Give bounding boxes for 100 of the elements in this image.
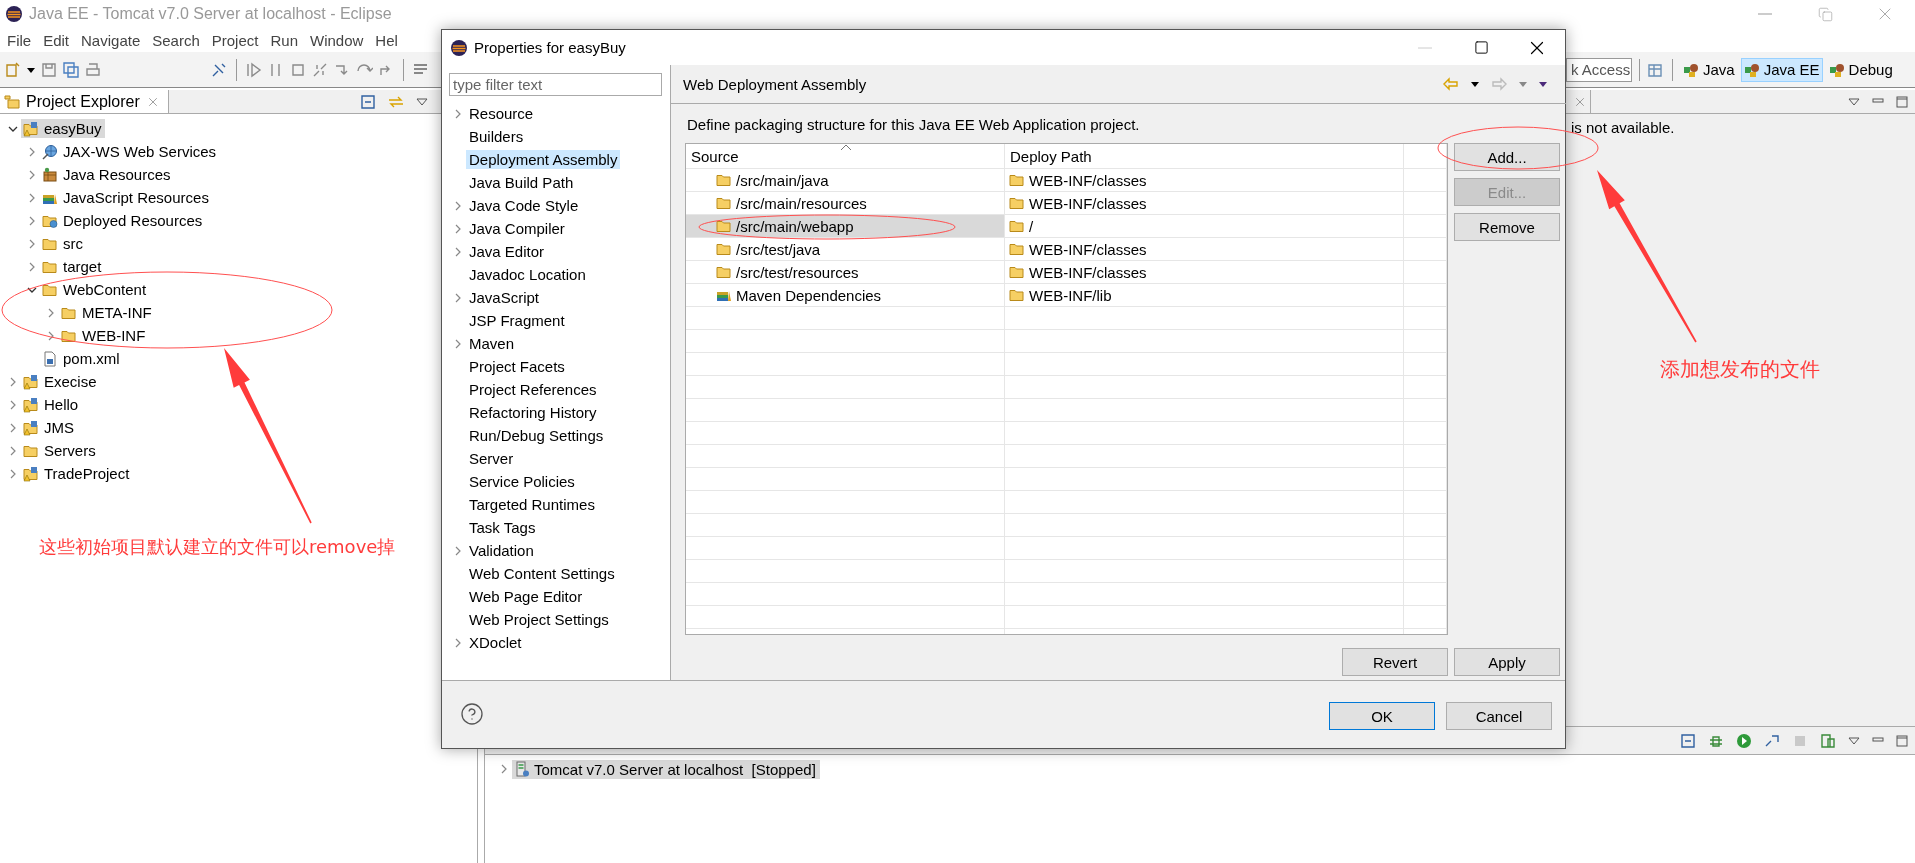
window-title: Java EE - Tomcat v7.0 Server at localhost - Eclipse bbox=[29, 5, 392, 23]
page-title: Web Deployment Assembly bbox=[683, 75, 867, 93]
folder-icon bbox=[716, 195, 732, 211]
action-button[interactable]: Remove bbox=[1454, 213, 1560, 241]
tree-item[interactable]: JMS bbox=[21, 418, 77, 437]
nav-item[interactable]: JSP Fragment bbox=[466, 311, 568, 330]
menu-item[interactable]: Edit bbox=[37, 31, 76, 49]
menu-item[interactable]: Navigate bbox=[75, 31, 147, 49]
column-header[interactable]: Source bbox=[686, 144, 1005, 168]
save-all-icon[interactable] bbox=[62, 60, 80, 79]
menu-item[interactable]: Project bbox=[205, 31, 265, 49]
chevron-icon[interactable] bbox=[7, 124, 18, 133]
sort-icon bbox=[840, 144, 852, 151]
nav-item[interactable]: Java Build Path bbox=[466, 173, 577, 192]
action-button[interactable]: Add... bbox=[1454, 143, 1560, 171]
nav-item[interactable]: Maven bbox=[466, 334, 518, 353]
project-icon bbox=[23, 396, 39, 413]
collapse-all-icon[interactable] bbox=[1679, 731, 1697, 750]
app-logo-icon bbox=[5, 5, 23, 23]
nav-item[interactable]: Web Project Settings bbox=[466, 610, 612, 629]
tree-item[interactable]: pom.xml bbox=[40, 349, 123, 368]
nav-item[interactable]: Builders bbox=[466, 127, 527, 146]
perspective-icon bbox=[1743, 61, 1760, 78]
nav-item[interactable]: Service Policies bbox=[466, 472, 578, 491]
nav-item[interactable]: Java Code Style bbox=[466, 196, 582, 215]
annotation-text: 添加想发布的文件 bbox=[1660, 356, 1820, 383]
perspective-button[interactable]: Debug bbox=[1825, 57, 1896, 82]
nav-item[interactable]: XDoclet bbox=[466, 633, 525, 652]
nav-item[interactable]: Run/Debug Settings bbox=[466, 426, 607, 445]
table-cell: WEB-INF/lib bbox=[1005, 284, 1404, 306]
file-icon bbox=[42, 350, 58, 367]
nav-item[interactable]: Refactoring History bbox=[466, 403, 600, 422]
tree-item[interactable]: Hello bbox=[21, 395, 82, 414]
perspective-button[interactable]: Java EE bbox=[1740, 57, 1823, 82]
tree-item[interactable]: src bbox=[40, 234, 86, 253]
maximize-icon[interactable] bbox=[1895, 94, 1909, 109]
view-tab[interactable]: Project Explorer bbox=[0, 90, 169, 113]
nav-item[interactable]: Web Page Editor bbox=[466, 587, 586, 606]
nav-item[interactable]: Javadoc Location bbox=[466, 265, 589, 284]
app-logo-icon bbox=[450, 38, 468, 57]
tree-item[interactable]: TradeProject bbox=[21, 464, 133, 483]
table-cell: WEB-INF/classes bbox=[1005, 169, 1404, 191]
tree-item[interactable]: META-INF bbox=[59, 303, 155, 322]
nav-item[interactable]: Project Facets bbox=[466, 357, 568, 376]
server-item[interactable]: Tomcat v7.0 Server at localhost [Stopped] bbox=[512, 759, 820, 779]
maximize-icon[interactable] bbox=[1895, 733, 1909, 748]
nav-item[interactable]: Targeted Runtimes bbox=[466, 495, 598, 514]
tree-item[interactable]: Deployed Resources bbox=[40, 211, 206, 230]
nav-item[interactable]: Resource bbox=[466, 104, 537, 123]
nav-item[interactable]: Deployment Assembly bbox=[466, 150, 621, 169]
quick-access-field[interactable]: k Access bbox=[1566, 57, 1632, 82]
help-icon[interactable] bbox=[460, 702, 484, 726]
table-cell: WEB-INF/classes bbox=[1005, 238, 1404, 260]
table-cell[interactable]: /src/main/webapp bbox=[686, 215, 1005, 237]
menu-item[interactable]: Search bbox=[146, 31, 206, 49]
collapse-all-icon[interactable] bbox=[359, 92, 377, 111]
tree-item[interactable]: Execise bbox=[21, 372, 100, 391]
nav-item[interactable]: Java Editor bbox=[466, 242, 548, 261]
dialog-button[interactable]: Cancel bbox=[1446, 702, 1552, 730]
nav-item[interactable]: Task Tags bbox=[466, 518, 539, 537]
nav-item[interactable]: Java Compiler bbox=[466, 219, 568, 238]
filter-field[interactable]: type filter text bbox=[449, 73, 662, 96]
column-header[interactable]: Deploy Path bbox=[1005, 144, 1404, 168]
tree-item[interactable]: JavaScript Resources bbox=[40, 188, 212, 207]
action-button[interactable]: Revert bbox=[1342, 648, 1448, 676]
nav-item[interactable]: Web Content Settings bbox=[466, 564, 618, 583]
tree-item[interactable]: WebContent bbox=[40, 280, 150, 299]
table-cell[interactable]: Maven Dependencies bbox=[686, 284, 1005, 306]
folder-icon bbox=[1009, 195, 1025, 211]
project-icon bbox=[23, 373, 39, 390]
print-icon[interactable] bbox=[84, 60, 102, 79]
back-arrow-icon[interactable] bbox=[1442, 75, 1460, 93]
table-cell[interactable]: /src/main/resources bbox=[686, 192, 1005, 214]
tree-item[interactable]: Servers bbox=[21, 441, 99, 460]
menu-item[interactable]: Hel bbox=[369, 31, 404, 49]
folder-icon bbox=[1009, 264, 1025, 280]
table-cell[interactable]: /src/test/java bbox=[686, 238, 1005, 260]
tree-item[interactable]: JAX-WS Web Services bbox=[40, 142, 220, 161]
dialog-button[interactable]: OK bbox=[1329, 702, 1435, 730]
nav-item[interactable]: Server bbox=[466, 449, 517, 468]
tree-item[interactable]: WEB-INF bbox=[59, 326, 149, 345]
menu-item[interactable]: File bbox=[1, 31, 38, 49]
tree-item[interactable]: Java Resources bbox=[40, 165, 174, 184]
nav-item[interactable]: Validation bbox=[466, 541, 537, 560]
menu-item[interactable]: Run bbox=[264, 31, 304, 49]
nav-item[interactable]: Project References bbox=[466, 380, 600, 399]
chevron-icon[interactable] bbox=[26, 285, 37, 294]
folder-icon bbox=[1009, 218, 1025, 234]
start-icon[interactable] bbox=[1735, 731, 1753, 750]
perspective-button[interactable]: Java bbox=[1680, 57, 1738, 82]
table-cell[interactable]: /src/main/java bbox=[686, 169, 1005, 191]
tree-item[interactable]: target bbox=[40, 257, 105, 276]
publish-icon[interactable] bbox=[1819, 731, 1837, 750]
tree-item[interactable]: easyBuy bbox=[21, 119, 105, 138]
nav-item[interactable]: JavaScript bbox=[466, 288, 543, 307]
table-cell[interactable]: /src/test/resources bbox=[686, 261, 1005, 283]
action-button[interactable]: Apply bbox=[1454, 648, 1560, 676]
play-icon[interactable] bbox=[245, 60, 263, 79]
restore-icon bbox=[1817, 6, 1833, 22]
menu-item[interactable]: Window bbox=[304, 31, 370, 49]
